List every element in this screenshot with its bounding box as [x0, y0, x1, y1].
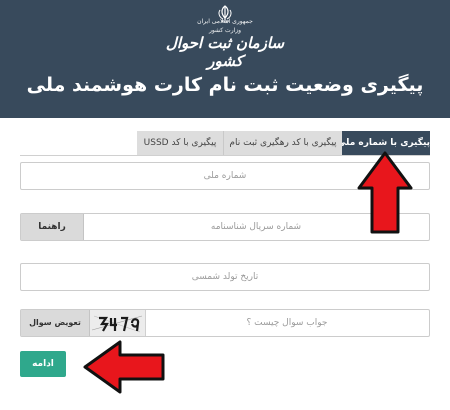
captcha-image: [90, 310, 146, 336]
tracking-tabs: پیگیری با شماره ملی پیگیری با کد رهگیری …: [137, 131, 430, 155]
birth-date-input[interactable]: [21, 264, 429, 290]
tab-divider: [20, 155, 430, 156]
birth-date-field: [20, 263, 430, 291]
national-code-field: [20, 162, 430, 190]
continue-button[interactable]: ادامه: [20, 351, 66, 377]
serial-field: راهنما: [20, 213, 430, 241]
tab-ussd-code[interactable]: پیگیری با کد USSD: [137, 131, 223, 155]
captcha-field: تعویض سوال: [20, 309, 430, 337]
national-code-input[interactable]: [21, 163, 429, 189]
org-name: سازمان ثبت احوال کشور: [165, 34, 285, 70]
tab-tracking-code[interactable]: پیگیری با کد رهگیری ثبت نام: [223, 131, 342, 155]
page-title: پیگیری وضعیت ثبت نام کارت هوشمند ملی: [26, 74, 424, 96]
site-header: جمهوری اسلامی ایران وزارت کشور سازمان ثب…: [0, 0, 450, 118]
org-line-1: جمهوری اسلامی ایران: [197, 18, 253, 25]
guide-button[interactable]: راهنما: [21, 214, 84, 240]
refresh-captcha-button[interactable]: تعویض سوال: [21, 310, 90, 336]
tab-national-code[interactable]: پیگیری با شماره ملی: [337, 131, 430, 155]
serial-input[interactable]: [83, 214, 429, 240]
captcha-glyphs-icon: [91, 315, 143, 333]
captcha-input[interactable]: [145, 310, 429, 336]
org-line-2: وزارت کشور: [208, 27, 242, 34]
